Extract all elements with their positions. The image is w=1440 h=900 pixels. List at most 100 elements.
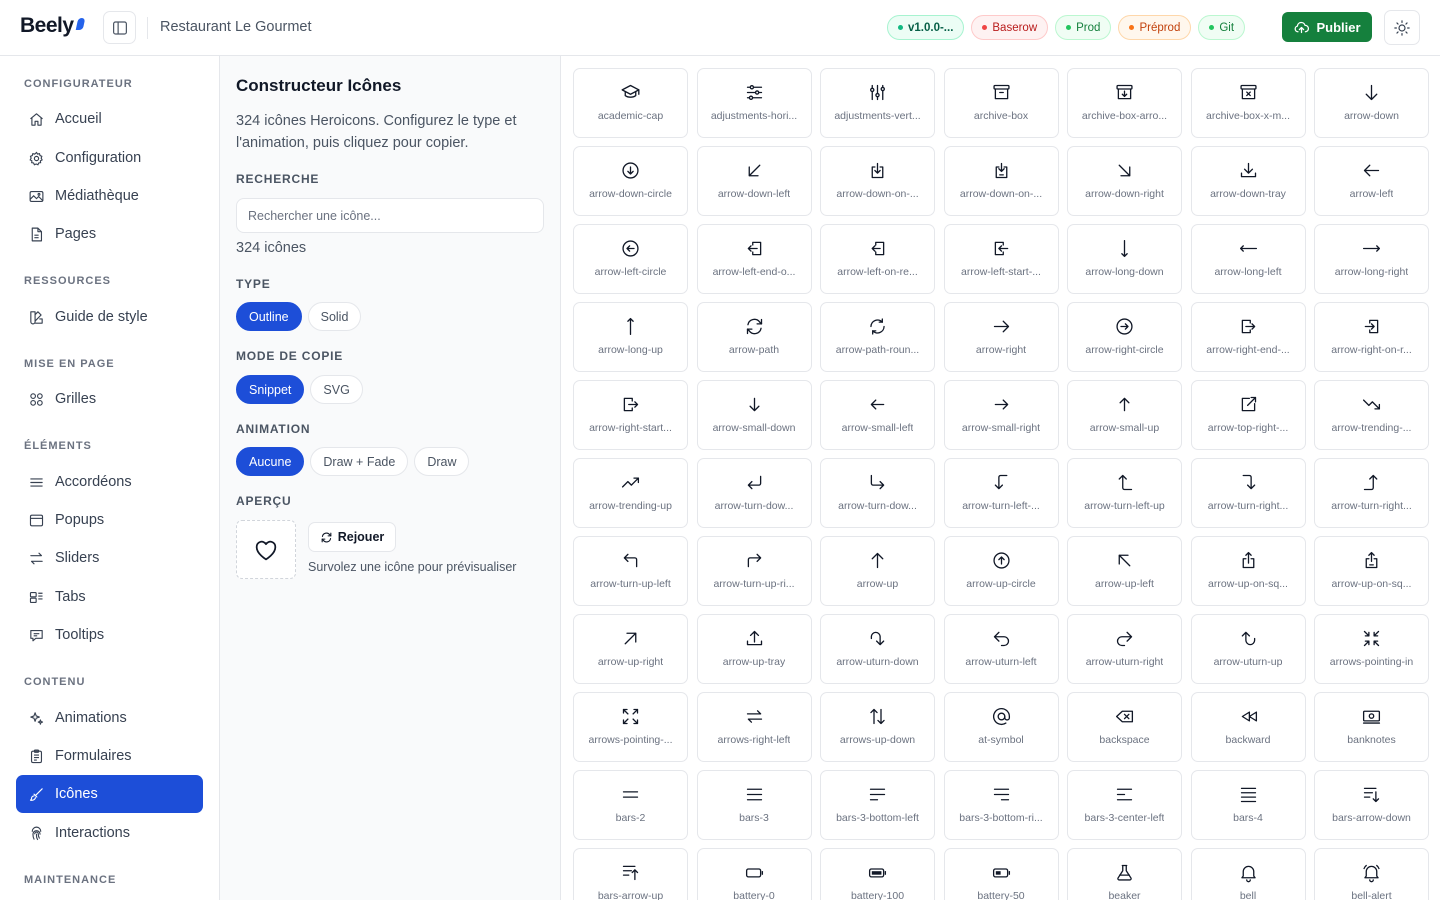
icon-tile[interactable]: bars-2 [573, 770, 688, 840]
sidebar-item-pages[interactable]: Pages [16, 215, 203, 253]
icon-tile[interactable]: battery-0 [696, 848, 812, 900]
icon-tile[interactable]: arrows-pointing-... [573, 692, 688, 762]
publish-button[interactable]: Publier [1282, 12, 1372, 42]
icon-tile[interactable]: arrow-turn-left-... [943, 458, 1059, 528]
icon-tile[interactable]: arrow-uturn-down [820, 614, 935, 684]
icon-tile[interactable]: arrow-top-right-... [1190, 380, 1306, 450]
icon-tile[interactable]: beaker [1067, 848, 1182, 900]
type-solid-button[interactable]: Solid [307, 302, 362, 331]
icon-tile[interactable]: arrow-right-circle [1067, 302, 1182, 372]
preprod-badge[interactable]: Préprod [1118, 15, 1192, 40]
icon-tile[interactable]: arrow-uturn-left [943, 614, 1059, 684]
copy-snippet-button[interactable]: Snippet [236, 375, 305, 404]
icon-tile[interactable]: arrow-turn-right... [1314, 458, 1429, 528]
icon-tile[interactable]: arrow-up-circle [943, 536, 1059, 606]
copy-svg-button[interactable]: SVG [310, 375, 363, 404]
icon-tile[interactable]: bars-arrow-down [1314, 770, 1429, 840]
icon-tile[interactable]: bars-3-center-left [1067, 770, 1182, 840]
icon-tile[interactable]: arrows-right-left [696, 692, 812, 762]
icon-tile[interactable]: backspace [1067, 692, 1182, 762]
icon-tile[interactable]: arrow-turn-up-ri... [696, 536, 812, 606]
sidebar-item-tooltips[interactable]: Tooltips [16, 616, 203, 654]
icon-tile[interactable]: bell [1190, 848, 1306, 900]
icon-tile[interactable]: bars-3-bottom-ri... [943, 770, 1059, 840]
icon-tile[interactable]: bell-alert [1314, 848, 1429, 900]
icon-tile[interactable]: arrows-pointing-in [1314, 614, 1429, 684]
type-outline-button[interactable]: Outline [236, 302, 302, 331]
icon-tile[interactable]: arrow-small-up [1067, 380, 1182, 450]
icon-tile[interactable]: archive-box-arro... [1067, 68, 1182, 138]
logo[interactable]: Beely [20, 14, 85, 38]
icon-tile[interactable]: arrow-left [1314, 146, 1429, 216]
icon-tile[interactable]: arrow-up-left [1067, 536, 1182, 606]
sidebar-item-accueil[interactable]: Accueil [16, 100, 203, 138]
icon-tile[interactable]: banknotes [1314, 692, 1429, 762]
sidebar-item-icones[interactable]: Icônes [16, 775, 203, 813]
icon-tile[interactable]: arrow-turn-dow... [820, 458, 935, 528]
icon-tile[interactable]: archive-box-x-m... [1190, 68, 1306, 138]
icon-tile[interactable]: arrow-left-start-... [943, 224, 1059, 294]
sidebar-item-configuration[interactable]: Configuration [16, 139, 203, 177]
git-badge[interactable]: Git [1198, 15, 1246, 40]
icon-tile[interactable]: adjustments-vert... [820, 68, 935, 138]
icon-tile[interactable]: bars-arrow-up [573, 848, 688, 900]
icon-tile[interactable]: bars-4 [1190, 770, 1306, 840]
sidebar-item-mediatheque[interactable]: Médiathèque [16, 177, 203, 215]
icon-tile[interactable]: arrow-left-circle [573, 224, 688, 294]
animation-draw-button[interactable]: Draw [414, 447, 470, 476]
icon-tile[interactable]: bars-3-bottom-left [820, 770, 935, 840]
icon-tile[interactable]: adjustments-hori... [696, 68, 812, 138]
icon-tile[interactable]: arrow-small-right [943, 380, 1059, 450]
icon-tile[interactable]: arrow-path-roun... [820, 302, 935, 372]
icon-tile[interactable]: arrow-down-on-... [943, 146, 1059, 216]
icon-search-input[interactable] [236, 198, 544, 233]
icon-tile[interactable]: arrow-trending-up [573, 458, 688, 528]
icon-tile[interactable]: arrow-turn-left-up [1067, 458, 1182, 528]
icon-tile[interactable]: arrow-turn-dow... [696, 458, 812, 528]
sidebar-item-tabs[interactable]: Tabs [16, 578, 203, 616]
icon-tile[interactable]: arrow-up-on-sq... [1190, 536, 1306, 606]
icon-tile[interactable]: at-symbol [943, 692, 1059, 762]
replay-button[interactable]: Rejouer [308, 522, 396, 552]
icon-tile[interactable]: arrow-turn-up-left [573, 536, 688, 606]
icon-tile[interactable]: arrows-up-down [820, 692, 935, 762]
sidebar-item-accordeons[interactable]: Accordéons [16, 463, 203, 501]
theme-toggle-button[interactable] [1384, 10, 1420, 45]
icon-tile[interactable]: arrow-right-start... [573, 380, 688, 450]
icon-tile[interactable]: arrow-path [696, 302, 812, 372]
animation-none-button[interactable]: Aucune [236, 447, 305, 476]
icon-tile[interactable]: arrow-right-end-... [1190, 302, 1306, 372]
icon-tile[interactable]: arrow-turn-right... [1190, 458, 1306, 528]
icon-tile[interactable]: arrow-down-circle [573, 146, 688, 216]
sidebar-item-sliders[interactable]: Sliders [16, 539, 203, 577]
icon-tile[interactable]: arrow-up-right [573, 614, 688, 684]
icon-tile[interactable]: arrow-down [1314, 68, 1429, 138]
icon-tile[interactable]: arrow-down-left [696, 146, 812, 216]
icon-tile[interactable]: battery-100 [820, 848, 935, 900]
icon-tile[interactable]: battery-50 [943, 848, 1059, 900]
icon-tile[interactable]: bars-3 [696, 770, 812, 840]
icon-tile[interactable]: arrow-down-right [1067, 146, 1182, 216]
icon-tile[interactable]: arrow-down-on-... [820, 146, 935, 216]
icon-tile[interactable]: arrow-up-on-sq... [1314, 536, 1429, 606]
baserow-badge[interactable]: Baserow [971, 15, 1049, 40]
icon-tile[interactable]: archive-box [943, 68, 1059, 138]
icon-tile[interactable]: academic-cap [573, 68, 688, 138]
sidebar-item-interactions[interactable]: Interactions [16, 814, 203, 852]
icon-tile[interactable]: backward [1190, 692, 1306, 762]
icon-tile[interactable]: arrow-small-down [696, 380, 812, 450]
icon-tile[interactable]: arrow-right-on-r... [1314, 302, 1429, 372]
sidebar-item-animations[interactable]: Animations [16, 699, 203, 737]
icon-tile[interactable]: arrow-long-down [1067, 224, 1182, 294]
icon-tile[interactable]: arrow-right [943, 302, 1059, 372]
icon-tile[interactable]: arrow-small-left [820, 380, 935, 450]
sidebar-item-popups[interactable]: Popups [16, 501, 203, 539]
icon-tile[interactable]: arrow-down-tray [1190, 146, 1306, 216]
icon-tile[interactable]: arrow-left-end-o... [696, 224, 812, 294]
icon-tile[interactable]: arrow-uturn-right [1067, 614, 1182, 684]
sidebar-item-grilles[interactable]: Grilles [16, 380, 203, 418]
icon-tile[interactable]: arrow-left-on-re... [820, 224, 935, 294]
icon-tile[interactable]: arrow-long-up [573, 302, 688, 372]
icon-tile[interactable]: arrow-long-left [1190, 224, 1306, 294]
sidebar-item-guide-de-style[interactable]: Guide de style [16, 298, 203, 336]
